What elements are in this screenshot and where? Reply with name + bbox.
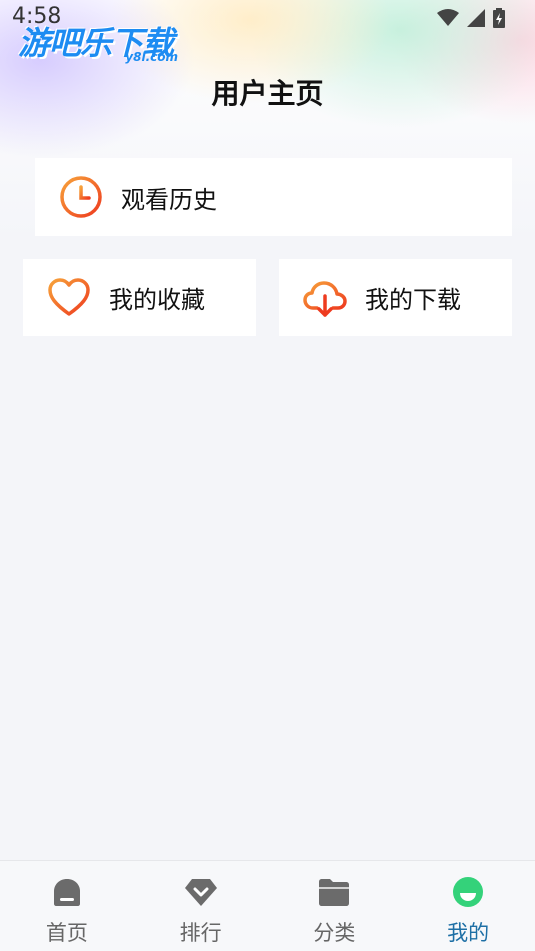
- downloads-label: 我的下载: [365, 286, 461, 314]
- status-icons: [437, 8, 505, 28]
- ranking-icon: [184, 875, 218, 909]
- nav-item-home[interactable]: 首页: [0, 861, 134, 951]
- favorites-card[interactable]: 我的收藏: [23, 259, 256, 336]
- nav-label-home: 首页: [45, 921, 88, 945]
- nav-label-ranking: 排行: [179, 921, 222, 945]
- battery-icon: [493, 8, 505, 28]
- favorites-label: 我的收藏: [109, 286, 205, 314]
- downloads-card[interactable]: 我的下载: [279, 259, 512, 336]
- profile-icon: [451, 875, 485, 909]
- clock-icon: [59, 175, 103, 219]
- nav-label-profile: 我的: [447, 921, 490, 945]
- wifi-icon: [437, 9, 459, 26]
- nav-item-ranking[interactable]: 排行: [134, 861, 268, 951]
- nav-item-category[interactable]: 分类: [268, 861, 402, 951]
- logo-domain: y8l.com: [125, 50, 178, 64]
- watch-history-label: 观看历史: [121, 185, 217, 214]
- watch-history-card[interactable]: 观看历史: [35, 158, 512, 236]
- folder-icon: [317, 875, 351, 909]
- app-logo: 游吧乐下载 y8l.com: [18, 18, 188, 66]
- heart-icon: [47, 276, 91, 320]
- signal-icon: [467, 9, 485, 27]
- home-icon: [50, 875, 84, 909]
- nav-item-profile[interactable]: 我的: [401, 861, 535, 951]
- nav-label-category: 分类: [313, 921, 356, 945]
- page-title: 用户主页: [211, 77, 324, 110]
- bottom-nav: 首页 排行 分类 我的: [0, 860, 535, 951]
- cloud-download-icon: [303, 276, 347, 320]
